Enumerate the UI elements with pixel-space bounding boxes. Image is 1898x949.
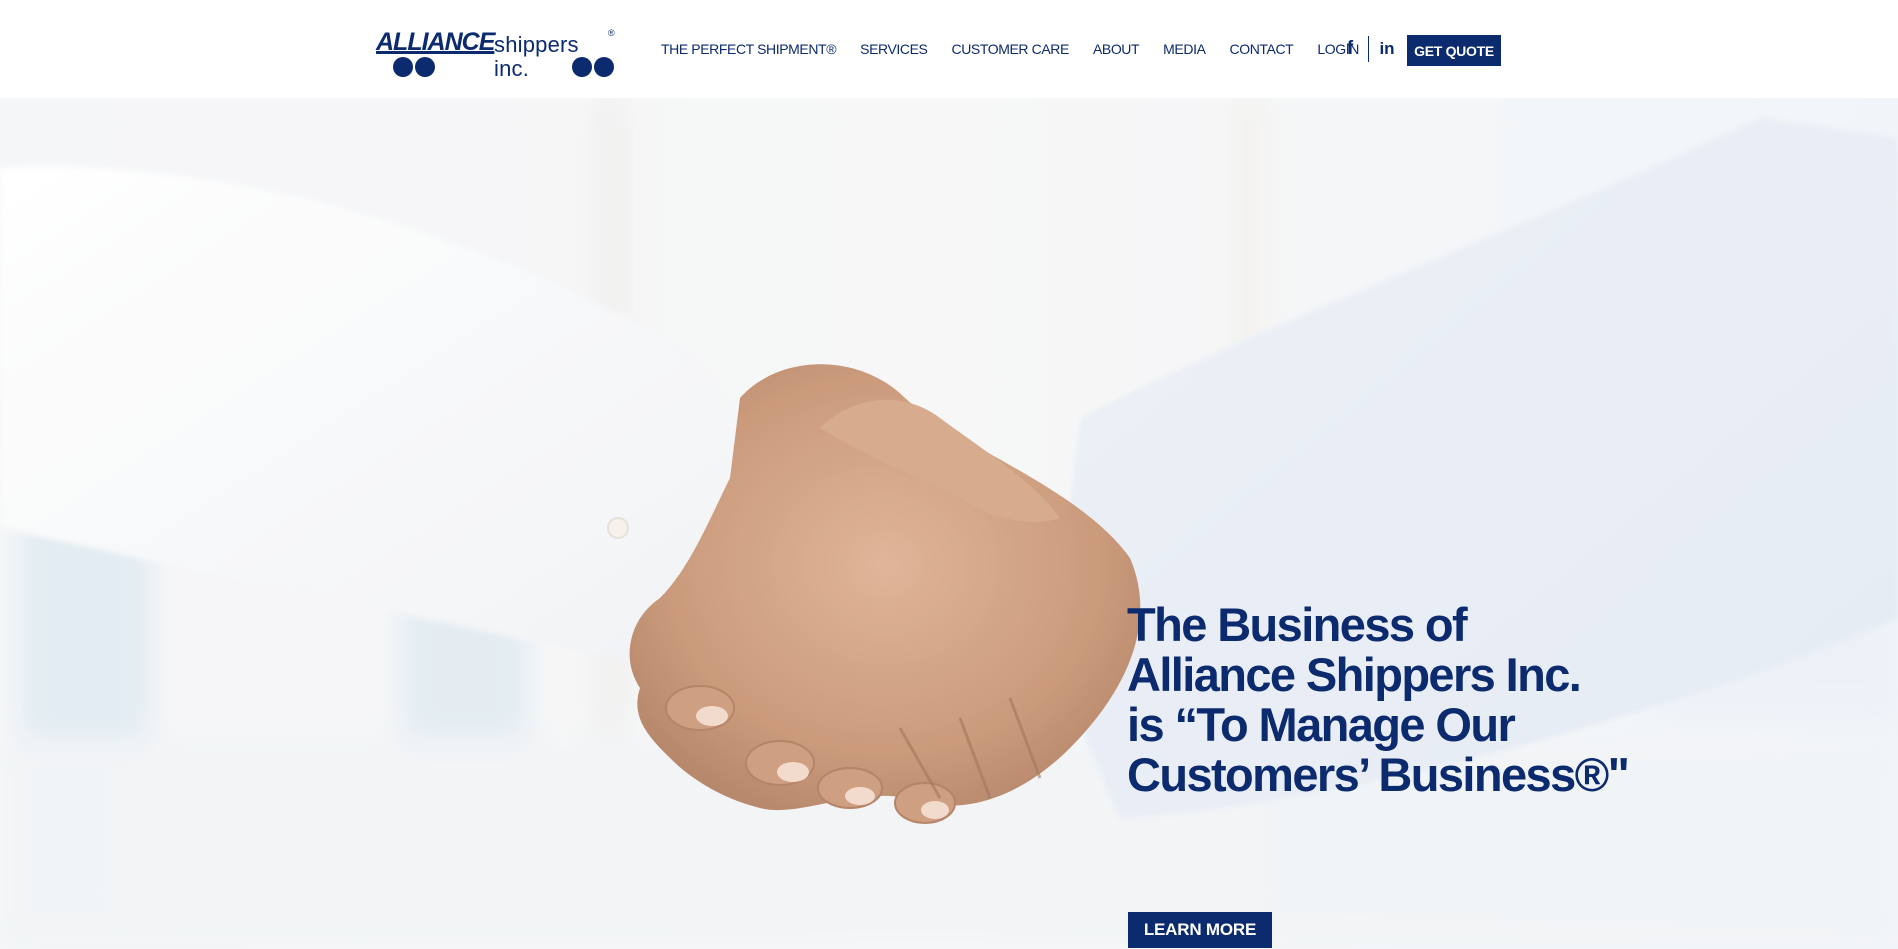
get-quote-button[interactable]: GET QUOTE bbox=[1407, 35, 1501, 66]
main-nav: THE PERFECT SHIPMENT® SERVICES CUSTOMER … bbox=[661, 38, 1383, 60]
headline-line: Customers’ Business®" bbox=[1127, 748, 1630, 801]
logo-wheels-icon bbox=[393, 57, 614, 77]
social-divider bbox=[1368, 36, 1369, 62]
hero-headline: The Business of Alliance Shippers Inc. i… bbox=[1127, 600, 1687, 800]
nav-item-about[interactable]: ABOUT bbox=[1093, 41, 1140, 57]
headline-line: is “To Manage Our bbox=[1127, 698, 1516, 751]
nav-item-customer-care[interactable]: CUSTOMER CARE bbox=[951, 41, 1069, 57]
learn-more-button[interactable]: LEARN MORE bbox=[1128, 912, 1272, 948]
nav-item-media[interactable]: MEDIA bbox=[1163, 41, 1206, 57]
social-links: f in bbox=[1340, 35, 1397, 63]
nav-item-perfect-shipment[interactable]: THE PERFECT SHIPMENT® bbox=[661, 41, 837, 57]
logo-registered-mark: ® bbox=[608, 28, 615, 38]
handshake-photo bbox=[0, 98, 1898, 949]
nav-item-contact[interactable]: CONTACT bbox=[1230, 41, 1294, 57]
linkedin-icon[interactable]: in bbox=[1377, 38, 1397, 60]
logo-wordmark: ALLIANCE bbox=[376, 28, 495, 56]
nav-item-services[interactable]: SERVICES bbox=[860, 41, 928, 57]
facebook-icon[interactable]: f bbox=[1340, 38, 1360, 60]
headline-line: Alliance Shippers Inc. bbox=[1127, 648, 1582, 701]
hero-section: The Business of Alliance Shippers Inc. i… bbox=[0, 98, 1898, 949]
site-header: ALLIANCE shippers inc. ® THE PERFECT SHI… bbox=[0, 0, 1898, 98]
headline-line: The Business of bbox=[1127, 598, 1468, 651]
alliance-shippers-logo[interactable]: ALLIANCE shippers inc. ® bbox=[376, 28, 620, 81]
